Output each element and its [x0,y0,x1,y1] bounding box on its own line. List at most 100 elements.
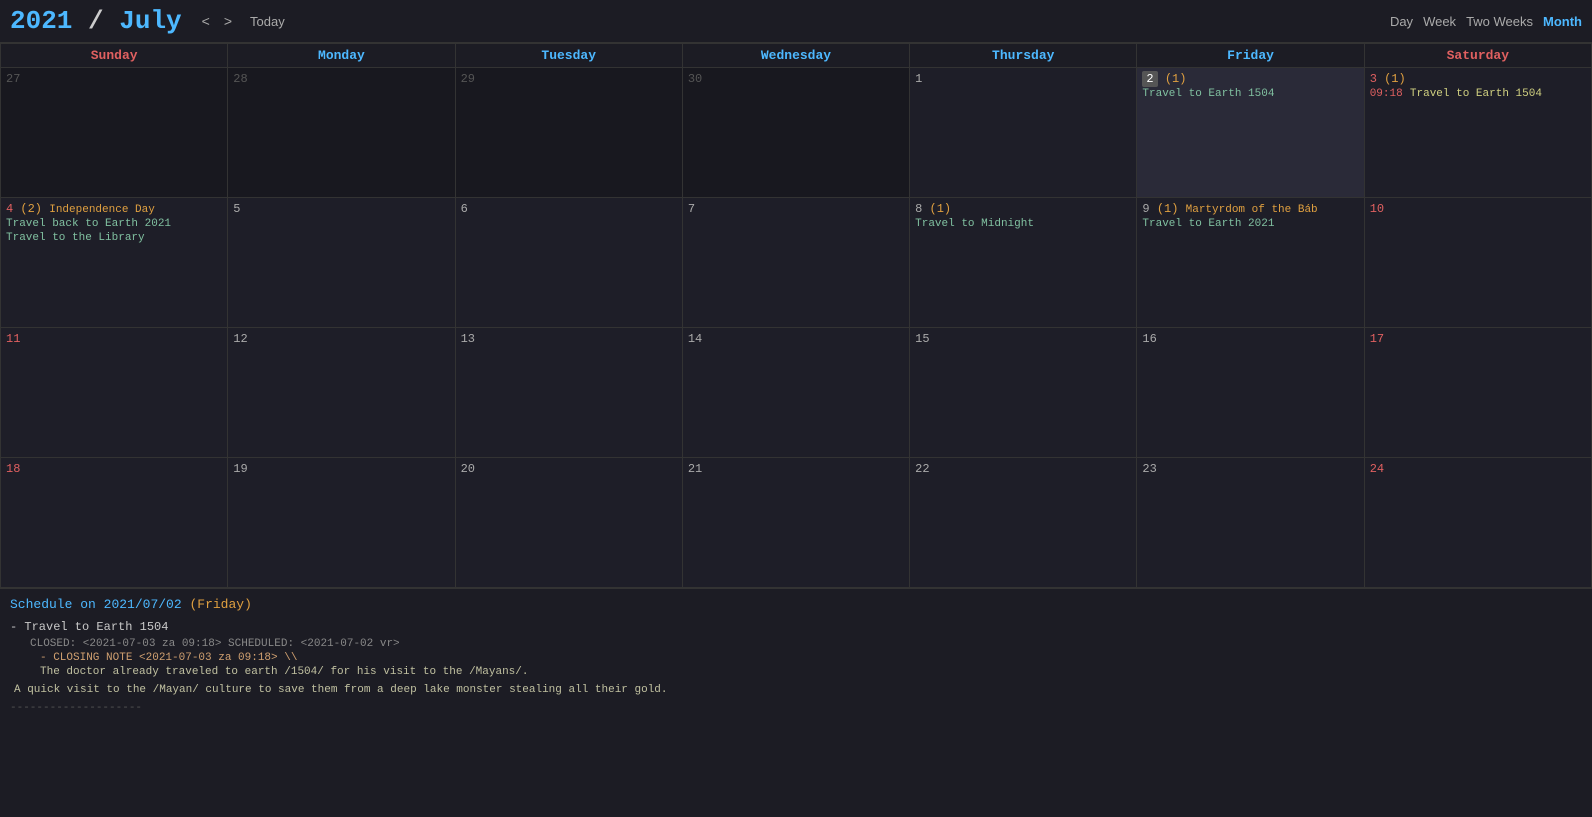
day-number: 28 [233,72,247,86]
day-number: 2 [1142,71,1157,87]
day-number: 21 [688,462,702,476]
cal-day-27-jun[interactable]: 27 [1,68,228,198]
week-row: 4 (2) Independence Day Travel back to Ea… [1,198,1592,328]
day-number: 10 [1370,202,1384,216]
cal-day-23[interactable]: 23 [1137,458,1364,588]
view-week-button[interactable]: Week [1423,14,1456,29]
cal-day-16[interactable]: 16 [1137,328,1364,458]
day-number: 9 [1142,202,1149,216]
cal-day-8[interactable]: 8 (1) Travel to Midnight [910,198,1137,328]
cal-day-19[interactable]: 19 [228,458,455,588]
prev-button[interactable]: < [198,11,214,31]
cal-day-28-jun[interactable]: 28 [228,68,455,198]
cal-day-22[interactable]: 22 [910,458,1137,588]
next-button[interactable]: > [220,11,236,31]
day-number: 6 [461,202,468,216]
day-number: 1 [915,72,922,86]
event-count: (1) [1157,202,1179,216]
schedule-body-text: The doctor already traveled to earth /15… [40,666,1582,678]
event-count: (1) [930,202,952,216]
cal-day-21[interactable]: 21 [682,458,909,588]
schedule-title-prefix: Schedule on [10,597,96,612]
day-number: 15 [915,332,929,346]
event-count: (1) [1165,72,1187,86]
view-twoweeks-button[interactable]: Two Weeks [1466,14,1533,29]
schedule-divider: -------------------- [10,702,1582,714]
cal-day-6[interactable]: 6 [455,198,682,328]
header-saturday: Saturday [1364,44,1591,68]
view-buttons: Day Week Two Weeks Month [1390,14,1582,29]
day-number: 12 [233,332,247,346]
cal-day-24[interactable]: 24 [1364,458,1591,588]
cal-day-7[interactable]: 7 [682,198,909,328]
schedule-meta: CLOSED: <2021-07-03 za 09:18> SCHEDULED:… [30,638,1582,650]
event-travel-midnight[interactable]: Travel to Midnight [915,218,1131,230]
holiday-martyrdom: Martyrdom of the Báb [1186,204,1318,216]
day-number: 13 [461,332,475,346]
event-travel-earth-2021[interactable]: Travel to Earth 2021 [1142,218,1358,230]
week-row: 27 28 29 30 1 2 (1) Travel to Earth 1504… [1,68,1592,198]
schedule-day-label: (Friday) [189,597,251,612]
day-number: 24 [1370,462,1384,476]
month-label: July [119,6,181,36]
header-sunday: Sunday [1,44,228,68]
day-number: 22 [915,462,929,476]
day-headers-row: Sunday Monday Tuesday Wednesday Thursday… [1,44,1592,68]
header-wednesday: Wednesday [682,44,909,68]
header-tuesday: Tuesday [455,44,682,68]
cal-day-20[interactable]: 20 [455,458,682,588]
event-time: 09:18 [1370,88,1403,100]
event-travel-library[interactable]: Travel to the Library [6,232,222,244]
year-label: 2021 [10,6,72,36]
day-number: 4 [6,202,13,216]
slash-label: / [72,6,119,36]
calendar-body: 27 28 29 30 1 2 (1) Travel to Earth 1504… [1,68,1592,588]
day-number: 14 [688,332,702,346]
schedule-closing-note: - CLOSING NOTE <2021-07-03 za 09:18> \\ [40,652,1582,664]
day-number: 7 [688,202,695,216]
cal-day-30-jun[interactable]: 30 [682,68,909,198]
event-count: (1) [1384,72,1406,86]
cal-day-5[interactable]: 5 [228,198,455,328]
cal-day-13[interactable]: 13 [455,328,682,458]
holiday-label: Independence Day [49,204,155,216]
calendar-grid: Sunday Monday Tuesday Wednesday Thursday… [0,43,1592,588]
calendar-title: 2021 / July [10,6,182,36]
view-day-button[interactable]: Day [1390,14,1413,29]
cal-day-18[interactable]: 18 [1,458,228,588]
event-count: (2) [20,202,42,216]
cal-day-17[interactable]: 17 [1364,328,1591,458]
week-row: 11 12 13 14 15 16 17 [1,328,1592,458]
cal-day-11[interactable]: 11 [1,328,228,458]
cal-day-1[interactable]: 1 [910,68,1137,198]
event-travel-earth-1504-fri[interactable]: Travel to Earth 1504 [1142,88,1358,100]
today-button[interactable]: Today [242,12,293,31]
cal-day-14[interactable]: 14 [682,328,909,458]
day-number: 5 [233,202,240,216]
cal-day-10[interactable]: 10 [1364,198,1591,328]
day-number: 16 [1142,332,1156,346]
header-thursday: Thursday [910,44,1137,68]
schedule-panel: Schedule on 2021/07/02 (Friday) - Travel… [0,588,1592,722]
schedule-event-title: - Travel to Earth 1504 [10,620,1582,634]
cal-day-3[interactable]: 3 (1) 09:18 Travel to Earth 1504 [1364,68,1591,198]
day-number: 8 [915,202,922,216]
view-month-button[interactable]: Month [1543,14,1582,29]
day-number: 20 [461,462,475,476]
cal-day-29-jun[interactable]: 29 [455,68,682,198]
cal-day-9[interactable]: 9 (1) Martyrdom of the Báb Travel to Ear… [1137,198,1364,328]
cal-day-12[interactable]: 12 [228,328,455,458]
day-number: 18 [6,462,20,476]
schedule-description: A quick visit to the /Mayan/ culture to … [14,684,1582,696]
header-monday: Monday [228,44,455,68]
day-number: 29 [461,72,475,86]
cal-day-2[interactable]: 2 (1) Travel to Earth 1504 [1137,68,1364,198]
day-number: 3 [1370,72,1377,86]
day-number: 27 [6,72,20,86]
cal-day-15[interactable]: 15 [910,328,1137,458]
day-number: 30 [688,72,702,86]
week-row: 18 19 20 21 22 23 24 [1,458,1592,588]
event-travel-earth-1504-sat[interactable]: Travel to Earth 1504 [1410,88,1542,100]
cal-day-4[interactable]: 4 (2) Independence Day Travel back to Ea… [1,198,228,328]
event-travel-back-earth[interactable]: Travel back to Earth 2021 [6,218,222,230]
